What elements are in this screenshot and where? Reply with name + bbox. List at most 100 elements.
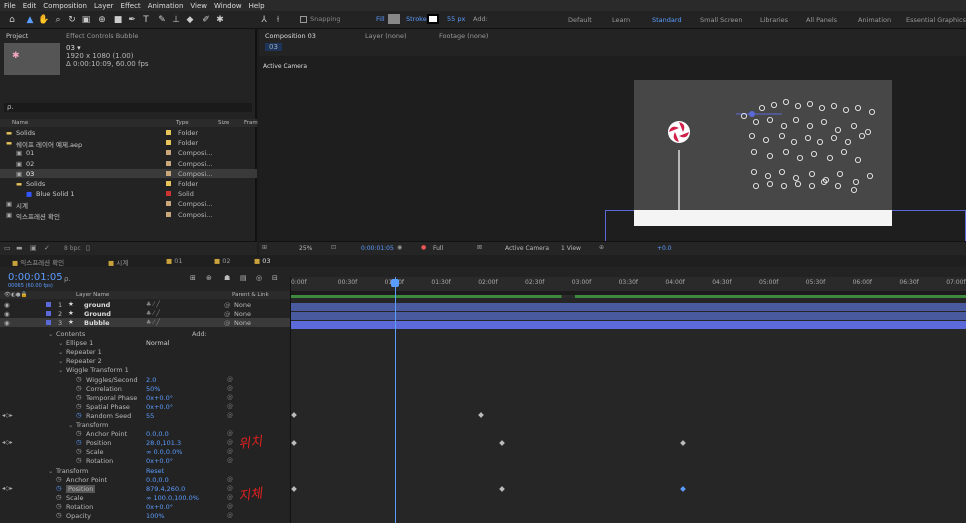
expression-pickwhip-icon[interactable]: @ — [227, 494, 233, 501]
keyframe[interactable] — [499, 486, 505, 492]
stopwatch-icon[interactable]: ◷ — [76, 438, 82, 446]
brush-tool-icon[interactable]: ✎ — [156, 14, 168, 26]
tab-clock[interactable]: ■ 시계 — [108, 257, 128, 267]
property-value[interactable]: 2.0 — [146, 376, 156, 384]
keyframe-navigator-icon[interactable]: ◂◇▸ — [2, 412, 13, 419]
tab-expression[interactable]: ■ 익스프레션 확인 — [12, 257, 64, 267]
view-layout-select[interactable]: 1 View — [561, 245, 581, 252]
rotate-tool-icon[interactable]: ↻ — [66, 14, 78, 26]
project-item[interactable]: ▬ Solids Folder — [0, 128, 257, 137]
chevron-down-icon[interactable]: ⌄ — [48, 330, 53, 338]
layer-switches-icon[interactable]: ♣ ⁄ ╱ — [146, 319, 160, 326]
chevron-down-icon[interactable]: ⌄ — [58, 339, 63, 347]
zoom-tool-icon[interactable]: ⌕ — [52, 14, 64, 26]
col-name[interactable]: Name — [12, 120, 28, 126]
stopwatch-icon[interactable]: ◷ — [56, 475, 62, 483]
label-color-swatch[interactable] — [166, 201, 171, 207]
stopwatch-icon[interactable]: ◷ — [56, 511, 62, 519]
puppet-tool-icon[interactable]: ✱ — [214, 14, 226, 26]
property-value[interactable]: Normal — [146, 339, 170, 347]
timeline-graph[interactable]: 0:00f00:30f01:00f01:30f02:00f02:30f03:00… — [290, 277, 966, 523]
col-type[interactable]: Type — [176, 120, 189, 126]
layer-row[interactable]: ◉ 3 ★ Bubble ♣ ⁄ ╱ @ None — [0, 318, 290, 327]
zoom-select[interactable]: 25% — [299, 245, 312, 252]
workspace-learn[interactable]: Learn — [612, 16, 630, 24]
snapping-checkbox[interactable] — [300, 16, 307, 23]
hand-tool-icon[interactable]: ✋ — [38, 14, 50, 26]
layer-row[interactable]: ◉ 2 ★ Ground ♣ ⁄ ╱ @ None — [0, 309, 290, 318]
property-value[interactable]: 0x+0.0° — [146, 457, 173, 465]
stopwatch-icon[interactable]: ◷ — [76, 456, 82, 464]
new-comp-icon[interactable]: ▣ — [30, 244, 37, 252]
project-settings-icon[interactable]: ✓ — [44, 244, 50, 252]
chevron-down-icon[interactable]: ⌄ — [58, 366, 63, 374]
menu-effect[interactable]: Effect — [121, 2, 141, 10]
stopwatch-icon[interactable]: ◷ — [76, 375, 82, 383]
composition-tab[interactable]: Composition 03 — [265, 32, 316, 40]
project-search[interactable]: ρ. — [4, 103, 252, 112]
keyframe[interactable] — [680, 440, 686, 446]
graph-editor-icon[interactable]: ⊟ — [272, 274, 278, 282]
parent-pickwhip-icon[interactable]: @ — [224, 310, 231, 318]
new-folder-icon[interactable]: ▬ — [16, 244, 23, 252]
expression-pickwhip-icon[interactable]: @ — [227, 376, 233, 383]
playhead[interactable] — [395, 277, 396, 523]
expression-pickwhip-icon[interactable]: @ — [227, 412, 233, 419]
property-value[interactable]: 0.0,0.0 — [146, 476, 169, 484]
current-time[interactable]: 0:00:01:05 — [361, 245, 394, 252]
exposure-value[interactable]: +0.0 — [657, 245, 672, 252]
tab-02[interactable]: ■ 02 — [214, 257, 231, 265]
property-row[interactable]: ◷ Temporal Phase 0x+0.0° @ — [0, 393, 290, 402]
label-color-swatch[interactable] — [166, 130, 171, 135]
property-row[interactable]: ⌄ Transform Reset — [0, 466, 290, 475]
magnify-icon[interactable]: ⊞ — [262, 244, 267, 251]
property-value[interactable]: Reset — [146, 467, 164, 475]
stopwatch-icon[interactable]: ◷ — [56, 502, 62, 510]
col-size[interactable]: Size — [218, 120, 229, 126]
expression-pickwhip-icon[interactable]: @ — [227, 476, 233, 483]
layer-name[interactable]: Bubble — [84, 319, 110, 327]
camera-select[interactable]: Active Camera — [505, 245, 549, 252]
workspace-essential-graphics[interactable]: Essential Graphics — [906, 16, 966, 24]
menu-layer[interactable]: Layer — [94, 2, 114, 10]
stroke-swatch[interactable] — [427, 14, 439, 24]
label-color-swatch[interactable] — [166, 170, 171, 176]
keyframe[interactable] — [291, 440, 297, 446]
parent-select[interactable]: None — [234, 301, 251, 309]
property-row[interactable]: ⌄ Repeater 1 — [0, 347, 290, 356]
roto-tool-icon[interactable]: ✐ — [200, 14, 212, 26]
menu-animation[interactable]: Animation — [148, 2, 184, 10]
expression-pickwhip-icon[interactable]: @ — [227, 512, 233, 519]
property-row[interactable]: ◷ Anchor Point 0.0,0.0 @ — [0, 475, 290, 484]
snapshot-icon[interactable]: ◉ — [397, 244, 402, 251]
stopwatch-icon[interactable]: ◷ — [56, 493, 62, 501]
camera-tool-icon[interactable]: ▣ — [80, 14, 92, 26]
workspace-small-screen[interactable]: Small Screen — [700, 16, 742, 24]
expression-pickwhip-icon[interactable]: @ — [227, 403, 233, 410]
bpc-label[interactable]: 8 bpc — [64, 245, 81, 252]
property-row[interactable]: ⌄ Contents Add: — [0, 329, 290, 338]
property-value[interactable]: 0x+0.0° — [146, 503, 173, 511]
trash-icon[interactable]: ▯ — [86, 244, 90, 252]
project-item[interactable]: ▣ 03 Composi... — [0, 168, 257, 178]
frame-blend-icon[interactable]: ▤ — [240, 274, 247, 282]
expression-pickwhip-icon[interactable]: @ — [227, 485, 233, 492]
interpret-footage-icon[interactable]: ▭ — [4, 244, 11, 252]
expression-pickwhip-icon[interactable]: @ — [227, 439, 233, 446]
property-value[interactable]: 0x+0.0° — [146, 403, 173, 411]
color-channel-icon[interactable]: ● — [421, 244, 426, 251]
eye-icon[interactable]: ◉ — [4, 319, 10, 327]
expression-pickwhip-icon[interactable]: @ — [227, 503, 233, 510]
property-value[interactable]: 55 — [146, 412, 154, 420]
layer-tab[interactable]: Layer (none) — [365, 32, 406, 40]
add-label[interactable]: Add: — [473, 15, 488, 23]
expression-pickwhip-icon[interactable]: @ — [227, 394, 233, 401]
property-row[interactable]: ⌄ Repeater 2 — [0, 356, 290, 365]
parent-pickwhip-icon[interactable]: @ — [224, 301, 231, 309]
keyframe-navigator-icon[interactable]: ◂◇▸ — [2, 485, 13, 492]
stopwatch-icon[interactable]: ◷ — [76, 429, 82, 437]
menu-help[interactable]: Help — [249, 2, 265, 10]
clone-tool-icon[interactable]: ⊥ — [170, 14, 182, 26]
stopwatch-icon[interactable]: ◷ — [76, 384, 82, 392]
snap-icon[interactable]: ⍿ — [272, 14, 284, 26]
